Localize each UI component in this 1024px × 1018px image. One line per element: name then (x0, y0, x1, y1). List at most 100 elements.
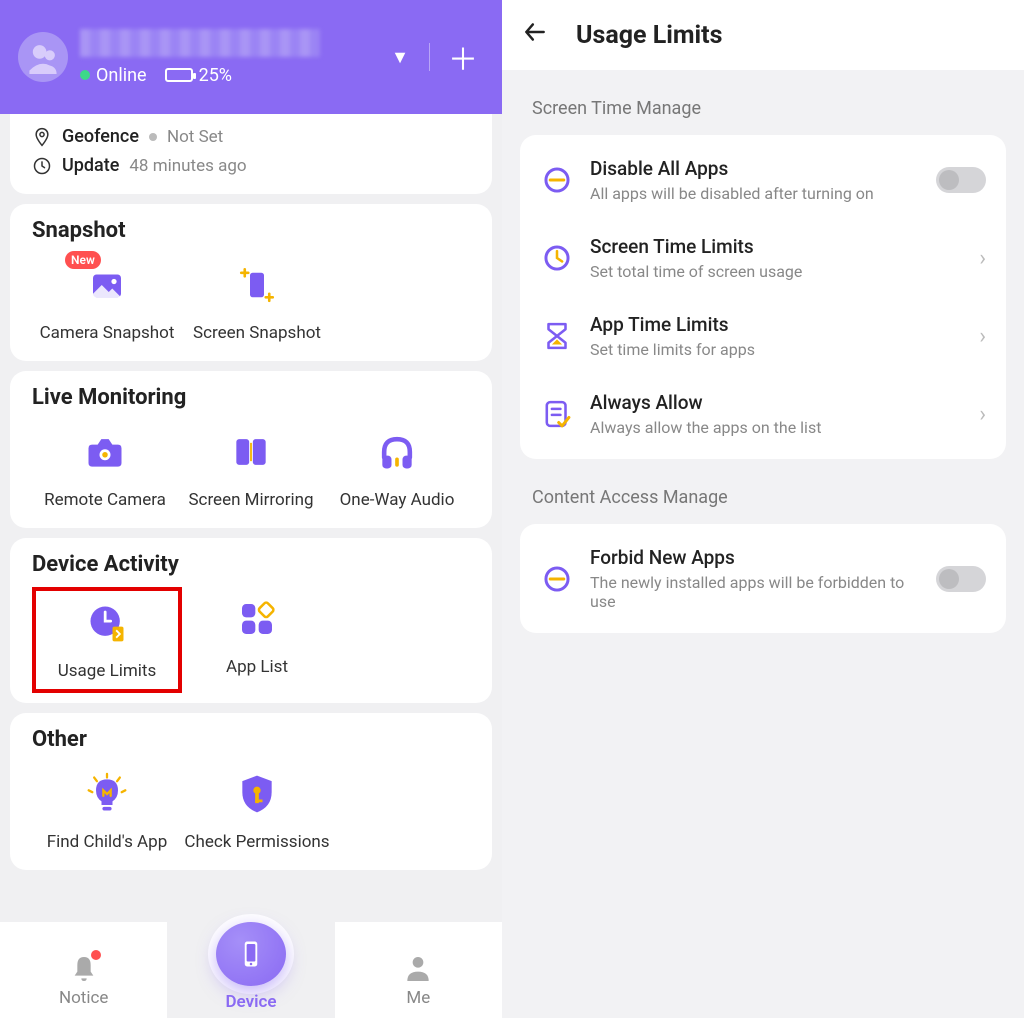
add-device-button[interactable]: ＋ (442, 35, 484, 79)
nav-notice-label: Notice (59, 988, 108, 1008)
battery-icon (165, 68, 193, 82)
snapshot-card: Snapshot New Camera Snapshot (10, 204, 492, 361)
always-allow-title: Always Allow (590, 391, 963, 414)
usage-limits-icon (85, 601, 129, 645)
remote-camera-button[interactable]: Remote Camera (32, 428, 178, 510)
forbid-new-apps-row[interactable]: Forbid New Apps The newly installed apps… (520, 530, 1006, 627)
one-way-audio-label: One-Way Audio (340, 490, 455, 510)
geofence-status-dot (149, 133, 157, 141)
nav-device-label: Device (225, 992, 276, 1012)
disable-all-sub: All apps will be disabled after turning … (590, 184, 920, 203)
lightbulb-icon (85, 772, 129, 816)
other-title: Other (32, 727, 470, 752)
status-online: Online (80, 65, 147, 86)
screen-snapshot-button[interactable]: Screen Snapshot (182, 261, 332, 343)
screen-mirroring-label: Screen Mirroring (188, 490, 313, 510)
page-title: Usage Limits (576, 21, 722, 50)
chevron-right-icon: › (979, 402, 986, 427)
find-child-app-label: Find Child's App (47, 832, 168, 852)
find-child-app-button[interactable]: Find Child's App (32, 770, 182, 852)
group-content-access: Content Access Manage (532, 487, 1006, 508)
new-badge: New (65, 251, 101, 269)
forbid-new-sub: The newly installed apps will be forbidd… (590, 573, 920, 611)
app-list-label: App List (226, 657, 288, 677)
info-card: Geofence Not Set Update 48 minutes ago (10, 114, 492, 194)
geofence-label: Geofence (62, 126, 139, 147)
right-panel: Usage Limits Screen Time Manage Disable … (502, 0, 1024, 1018)
usage-limits-button[interactable]: Usage Limits (32, 587, 182, 693)
status-battery: 25% (165, 65, 232, 86)
one-way-audio-button[interactable]: One-Way Audio (324, 428, 470, 510)
remote-camera-label: Remote Camera (44, 490, 166, 510)
screenshot-icon (236, 264, 278, 306)
battery-percent: 25% (199, 65, 232, 86)
online-dot-icon (80, 70, 90, 80)
left-panel: Online 25% ▼ ＋ Geof (0, 0, 502, 1018)
geofence-value: Not Set (167, 127, 223, 147)
nav-me[interactable]: Me (335, 922, 502, 1018)
bottom-nav: Notice Device Me (0, 922, 502, 1018)
screen-time-card: Disable All Apps All apps will be disabl… (520, 135, 1006, 459)
screen-mirroring-button[interactable]: Screen Mirroring (178, 428, 324, 510)
arrow-left-icon (522, 19, 548, 45)
app-time-limits-row[interactable]: App Time Limits Set time limits for apps… (520, 297, 1006, 375)
update-value: 48 minutes ago (129, 156, 246, 176)
photo-icon (86, 264, 128, 306)
always-allow-row[interactable]: Always Allow Always allow the apps on th… (520, 375, 1006, 453)
screen-time-sub: Set total time of screen usage (590, 262, 963, 281)
app-grid-icon (237, 599, 277, 639)
user-block: Online 25% (80, 29, 383, 86)
disable-all-apps-row[interactable]: Disable All Apps All apps will be disabl… (520, 141, 1006, 219)
forbid-new-title: Forbid New Apps (590, 546, 920, 569)
mirroring-icon (229, 430, 273, 474)
usage-limits-label: Usage Limits (58, 661, 157, 681)
screen-time-title: Screen Time Limits (590, 235, 963, 258)
app-time-sub: Set time limits for apps (590, 340, 963, 359)
check-permissions-label: Check Permissions (184, 832, 329, 852)
app-time-title: App Time Limits (590, 313, 963, 336)
disable-icon (540, 163, 574, 197)
avatar[interactable] (18, 32, 68, 82)
check-permissions-button[interactable]: Check Permissions (182, 770, 332, 852)
nav-notice[interactable]: Notice (0, 922, 167, 1018)
camera-snapshot-button[interactable]: New Camera Snapshot (32, 261, 182, 343)
notice-badge-dot (91, 950, 101, 960)
header-separator (429, 43, 430, 71)
forbid-icon (540, 562, 574, 596)
avatar-placeholder-icon (26, 40, 60, 74)
activity-title: Device Activity (32, 552, 470, 577)
other-card: Other Find Child's App (10, 713, 492, 870)
nav-device[interactable]: Device (167, 922, 334, 1018)
checklist-icon (540, 397, 574, 431)
nav-me-label: Me (406, 988, 430, 1008)
screen-time-limits-row[interactable]: Screen Time Limits Set total time of scr… (520, 219, 1006, 297)
group-screen-time: Screen Time Manage (532, 98, 1006, 119)
left-header: Online 25% ▼ ＋ (0, 0, 502, 114)
snapshot-title: Snapshot (32, 218, 470, 243)
live-title: Live Monitoring (32, 385, 470, 410)
hourglass-icon (540, 319, 574, 353)
shield-key-icon (235, 772, 279, 816)
update-label: Update (62, 155, 119, 176)
app-list-button[interactable]: App List (182, 595, 332, 685)
back-button[interactable] (522, 19, 548, 52)
disable-all-toggle[interactable] (936, 167, 986, 193)
right-header: Usage Limits (502, 0, 1024, 70)
user-name-redacted (80, 29, 320, 57)
geofence-row[interactable]: Geofence Not Set (32, 122, 470, 151)
profile-dropdown-icon[interactable]: ▼ (383, 39, 417, 76)
forbid-new-toggle[interactable] (936, 566, 986, 592)
camera-snapshot-label: Camera Snapshot (40, 323, 175, 343)
headphones-icon (375, 430, 419, 474)
status-online-label: Online (96, 65, 147, 86)
update-row[interactable]: Update 48 minutes ago (32, 151, 470, 180)
left-content: Geofence Not Set Update 48 minutes ago S… (0, 114, 502, 1018)
device-phone-icon (236, 939, 266, 969)
always-allow-sub: Always allow the apps on the list (590, 418, 963, 437)
camera-icon (83, 430, 127, 474)
disable-all-title: Disable All Apps (590, 157, 920, 180)
right-body: Screen Time Manage Disable All Apps All … (502, 70, 1024, 1018)
live-monitoring-card: Live Monitoring Remote Camera (10, 371, 492, 528)
clock-limit-icon (540, 241, 574, 275)
screen-snapshot-label: Screen Snapshot (193, 323, 321, 343)
